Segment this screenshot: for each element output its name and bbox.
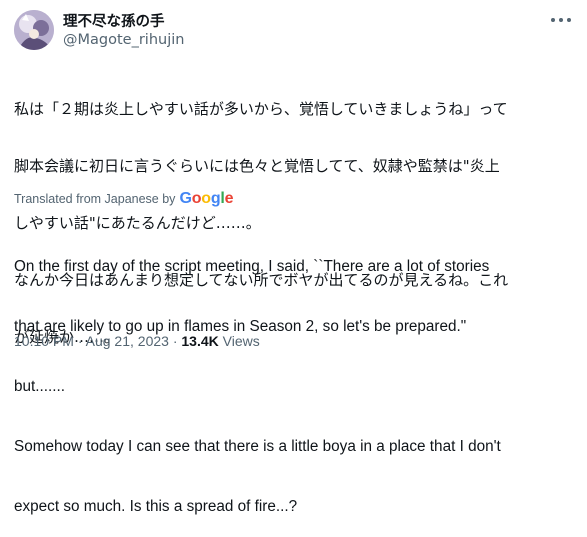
tweet-date[interactable]: Aug 21, 2023 [86,333,169,349]
translated-line: expect so much. Is this a spread of fire… [14,498,298,515]
tweet-text-english: On the first day of the script meeting, … [14,217,579,537]
translation-attribution: Translated from Japanese by Google [14,190,234,208]
author-names: 理不尽な孫の手 @Magote_rihujin [63,13,184,49]
display-name[interactable]: 理不尽な孫の手 [63,13,184,31]
meta-separator: · [77,333,83,349]
google-logo-letter: G [179,190,192,207]
translated-line: but....... [14,378,66,395]
views-label: Views [222,333,260,349]
tweet-time[interactable]: 10:10 PM [14,333,74,349]
avatar[interactable] [14,10,54,50]
google-logo-letter: g [210,190,221,207]
translated-line: Somehow today I can see that there is a … [14,438,501,455]
tweet-text-line: 私は「２期は炎上しやすい話が多いから、覚悟していきましょうね」って [14,100,508,118]
google-logo-letter: o [201,190,211,207]
google-logo-letter: e [224,190,234,207]
more-options-icon[interactable] [548,10,574,30]
google-logo-letter: o [191,190,202,207]
user-handle[interactable]: @Magote_rihujin [63,31,184,49]
tweet-header: 理不尽な孫の手 @Magote_rihujin [14,10,574,56]
google-logo: Google [179,190,233,208]
translated-label: Translated from Japanese by [14,192,176,206]
avatar-illustration-icon [14,10,54,50]
tweet-text-line: 脚本会議に初日に言うぐらいには色々と覚悟してて、奴隷や監禁は"炎上 [14,157,500,175]
translated-line: On the first day of the script meeting, … [14,258,490,275]
tweet-meta: 10:10 PM · Aug 21, 2023 · 13.4K Views [14,333,260,349]
views-count: 13.4K [181,333,219,349]
meta-separator: · [172,333,178,349]
